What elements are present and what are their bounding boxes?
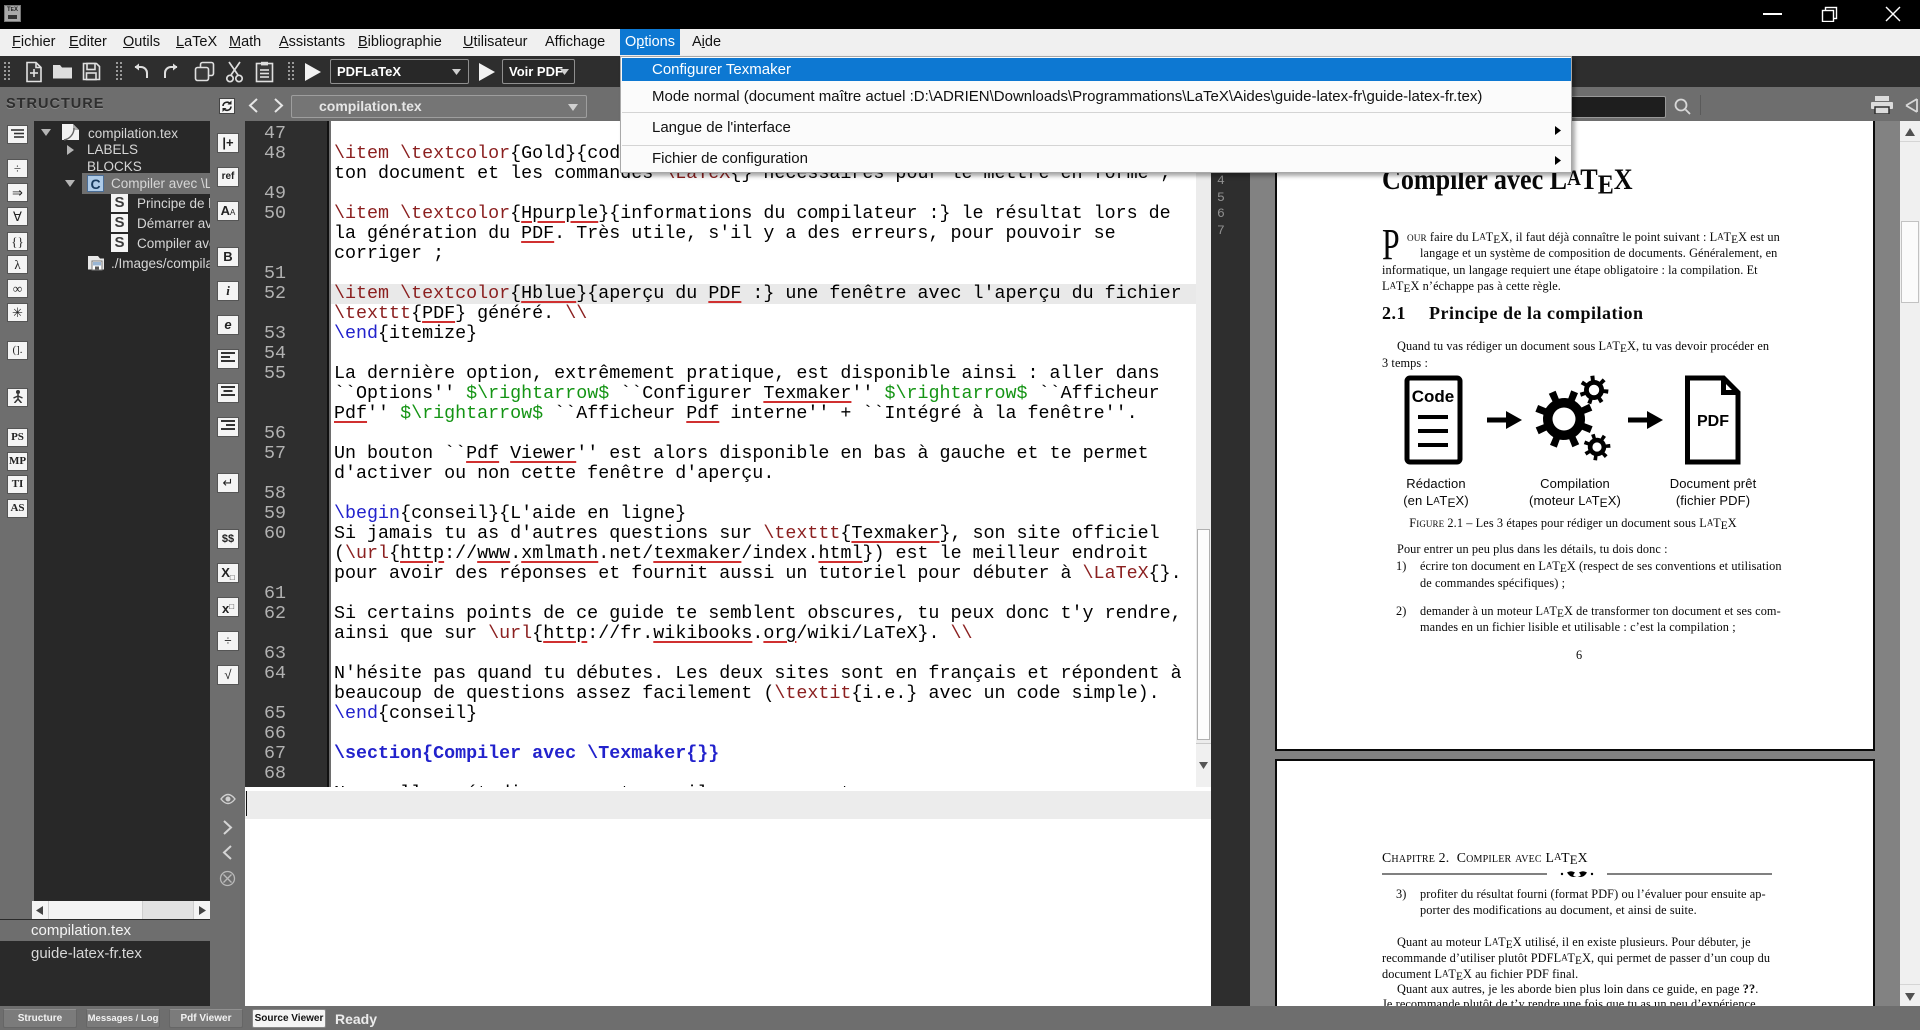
- svg-text:Code: Code: [1412, 387, 1455, 406]
- svg-text:PDF: PDF: [1697, 413, 1729, 430]
